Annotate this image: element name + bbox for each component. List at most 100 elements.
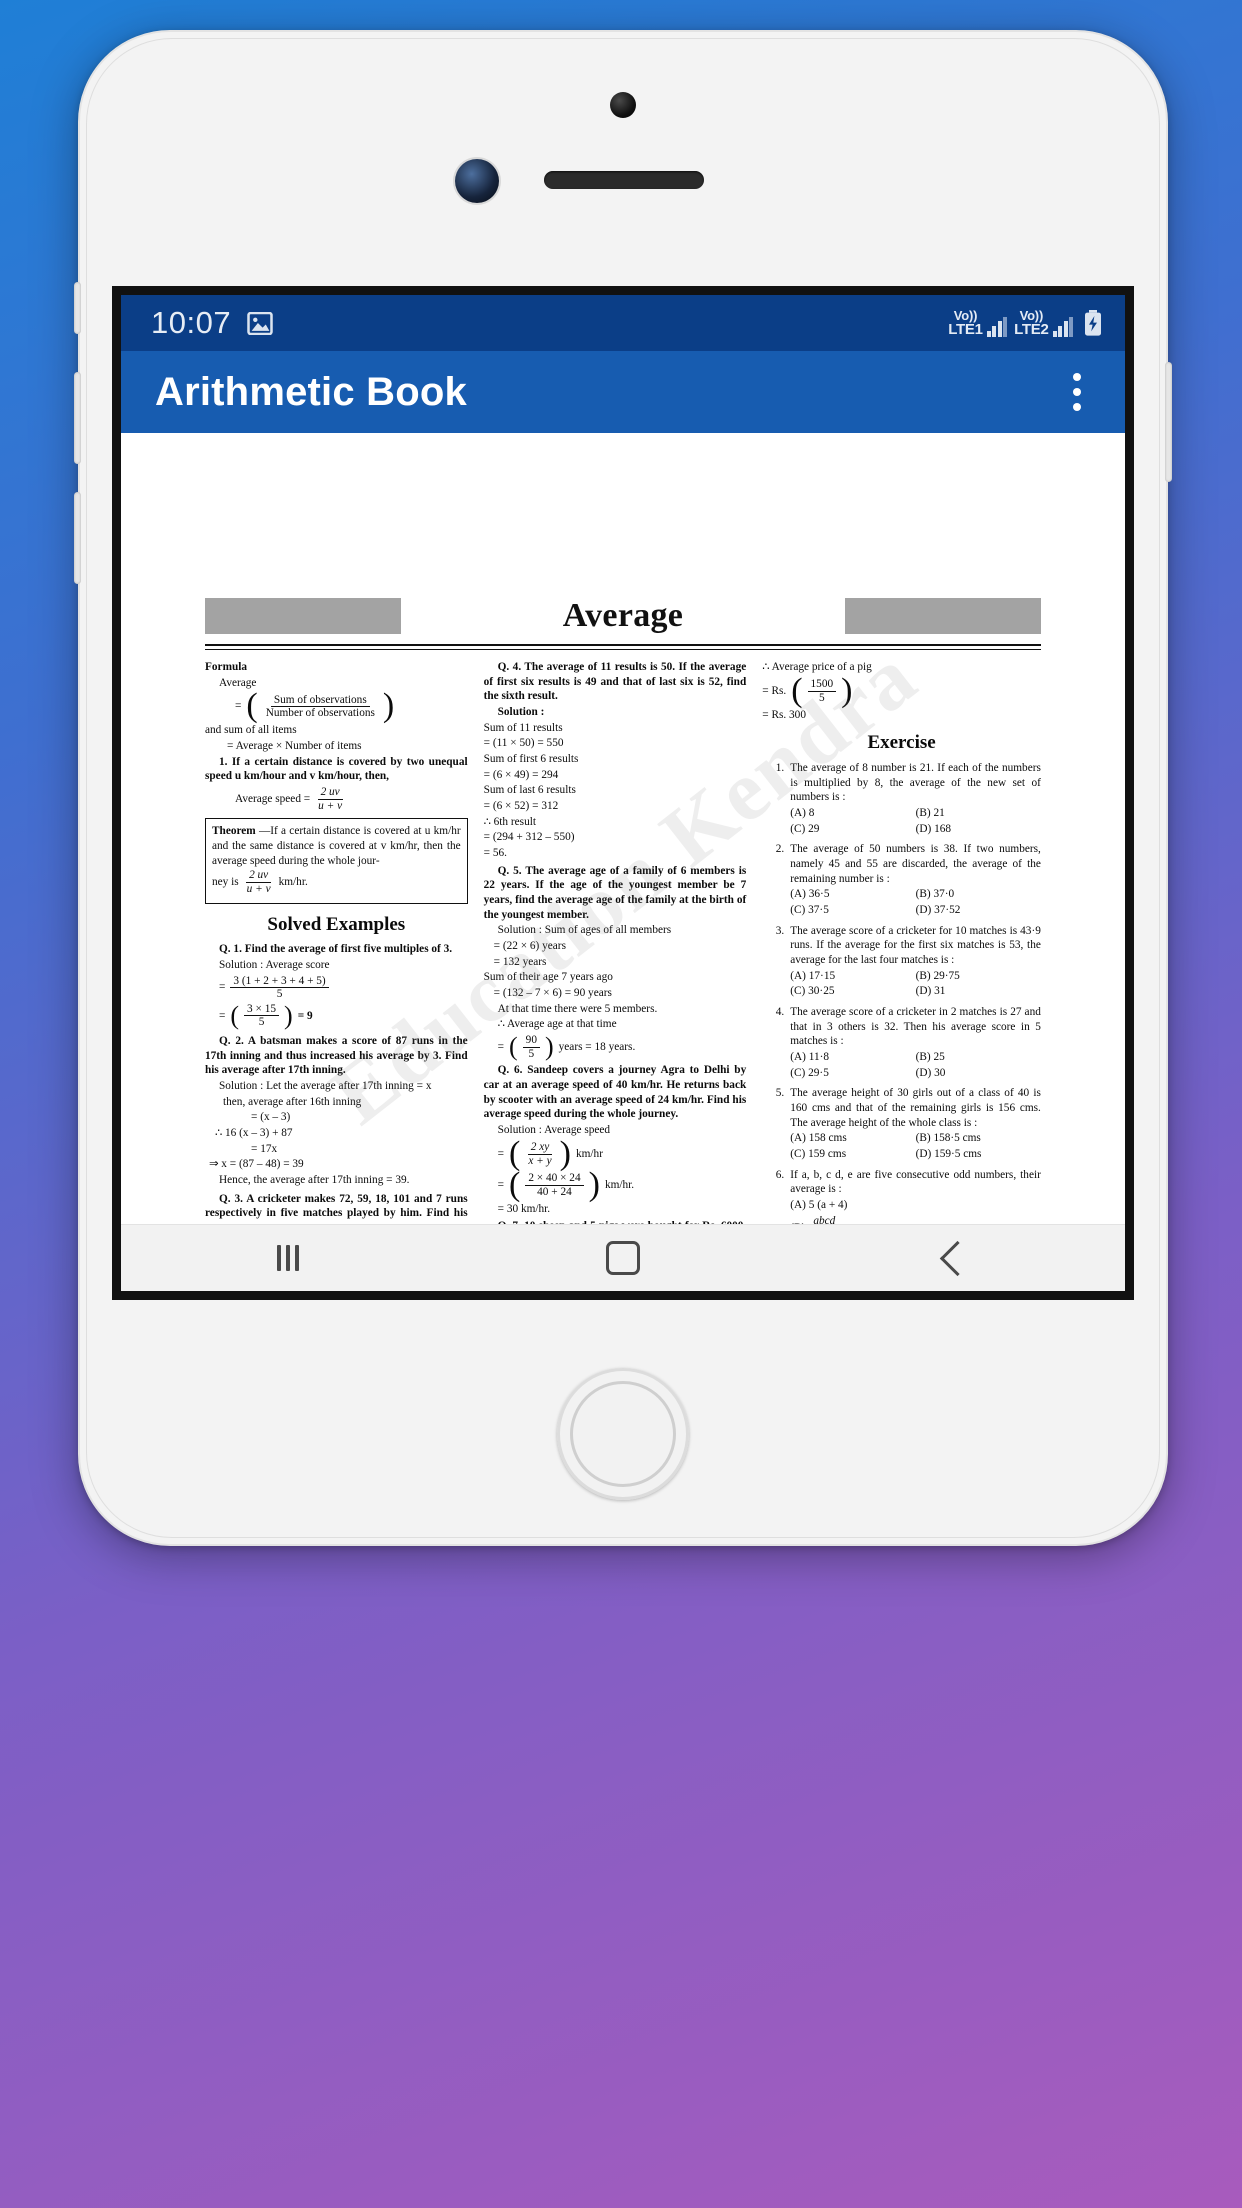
option-a[interactable]: (A) 5 (a + 4) xyxy=(790,1198,1041,1213)
question-2-solution: Solution : Let the average after 17th in… xyxy=(219,1080,432,1093)
android-navigation-bar xyxy=(121,1224,1125,1291)
option-c[interactable]: (C) 37·5 xyxy=(790,903,915,918)
header-divider xyxy=(205,644,1041,650)
average-speed-equation: Average speed = 2 uv u + v xyxy=(235,786,468,812)
back-icon[interactable] xyxy=(898,1225,1018,1291)
theorem-tail: ney is 2 uv u + v km/hr. xyxy=(212,869,461,895)
frac-numerator: 2 uv xyxy=(246,869,272,883)
recents-icon[interactable] xyxy=(228,1225,348,1291)
average-speed-label: Average speed = xyxy=(235,792,311,805)
q5-line-6: ∴ Average age at that time xyxy=(497,1018,617,1031)
frac-denominator: 5 xyxy=(528,1047,535,1060)
phone-device: 10:07 Vo)) LTE1 Vo)) LTE2 Arithmetic Boo… xyxy=(74,30,1172,1546)
phone-side-button-mute[interactable] xyxy=(74,282,81,334)
document-page-1: Average Formula Average =(Sum of observ… xyxy=(121,433,1125,1224)
option-row: (C) 159 cms (D) 159·5 cms xyxy=(790,1147,1041,1162)
q2-line-2: = (x – 3) xyxy=(251,1111,291,1124)
column-3: ∴ Average price of a pig = Rs. ( 1500 5 … xyxy=(762,660,1041,1224)
frac-numerator: 1500 xyxy=(807,678,837,692)
q6-equation-1: =( 2 xy x + y ) km/hr xyxy=(497,1134,603,1172)
pig-price-prefix: = Rs. xyxy=(762,684,787,697)
formula-note-1: 1. If a certain distance is covered by t… xyxy=(205,755,468,783)
frac-numerator: 90 xyxy=(522,1034,540,1048)
option-a[interactable]: (A) 8 xyxy=(790,806,915,821)
exercise-question-list: 1. The average of 8 number is 21. If each… xyxy=(762,761,1041,1163)
option-b[interactable]: (B) 29·75 xyxy=(916,969,1041,984)
header-band-right xyxy=(845,598,1041,634)
frac-denominator: u + v xyxy=(318,799,343,812)
option-b[interactable]: (B) 37·0 xyxy=(916,887,1041,902)
option-c[interactable]: (C) 29 xyxy=(790,822,915,837)
option-a[interactable]: (A) 11·8 xyxy=(790,1050,915,1065)
q1-equation-1: = 3 (1 + 2 + 3 + 4 + 5) 5 xyxy=(219,975,468,1001)
q5-result: years = 18 years. xyxy=(558,1040,636,1053)
question-number: 2. xyxy=(775,843,785,856)
option-d[interactable]: (D) 37·52 xyxy=(916,903,1041,918)
q4-line-1: Sum of 11 results xyxy=(483,721,563,734)
phone-side-button-power[interactable] xyxy=(1165,362,1172,482)
chapter-header: Average xyxy=(205,593,1041,639)
question-1: Q. 1. Find the average of first five mul… xyxy=(219,943,453,956)
status-bar-right: Vo)) LTE1 Vo)) LTE2 xyxy=(948,309,1103,337)
theorem-box: Theorem —If a certain distance is covere… xyxy=(205,818,468,904)
option-a[interactable]: (A) 17·15 xyxy=(790,969,915,984)
battery-charging-icon xyxy=(1083,310,1103,336)
question-2: Q. 2. A batsman makes a score of 87 runs… xyxy=(205,1035,468,1077)
option-d[interactable]: (D) 168 xyxy=(916,822,1041,837)
option-c[interactable]: (C) 30·25 xyxy=(790,984,915,999)
option-a[interactable]: (A) 158 cms xyxy=(790,1131,915,1146)
option-b[interactable]: (B) 25 xyxy=(916,1050,1041,1065)
q5-line-1: = (22 × 6) years xyxy=(493,940,566,953)
frac-numerator: abcd xyxy=(810,1215,838,1224)
q2-line-6: Hence, the average after 17th inning = 3… xyxy=(219,1174,410,1187)
q1-result: = 9 xyxy=(297,1009,313,1022)
pig-price-line: ∴ Average price of a pig xyxy=(762,661,872,673)
home-icon[interactable] xyxy=(563,1225,683,1291)
q5-line-5: At that time there were 5 members. xyxy=(497,1002,658,1015)
question-text: The average of 8 number is 21. If each o… xyxy=(790,761,1041,804)
home-button[interactable] xyxy=(557,1368,689,1500)
solved-examples-heading: Solved Examples xyxy=(267,913,406,935)
pdf-viewer[interactable]: Average Formula Average =(Sum of observ… xyxy=(121,433,1125,1224)
q4-line-9: = 56. xyxy=(483,847,507,860)
q4-line-6: = (6 × 52) = 312 xyxy=(483,800,559,813)
option-b[interactable]: (B) 21 xyxy=(916,806,1041,821)
phone-side-button-volume-down[interactable] xyxy=(74,492,81,584)
frac-numerator: 2 xy xyxy=(527,1141,553,1155)
sim1-status: Vo)) LTE1 xyxy=(948,309,1008,338)
option-row: (C) 29·5 (D) 30 xyxy=(790,1066,1041,1081)
status-bar-clock: 10:07 xyxy=(151,305,232,340)
option-b-label: (B) xyxy=(790,1221,805,1224)
option-b[interactable]: (B) 158·5 cms xyxy=(916,1131,1041,1146)
option-c[interactable]: (C) 29·5 xyxy=(790,1066,915,1081)
question-5: Q. 5. The average age of a family of 6 m… xyxy=(483,864,747,921)
option-d[interactable]: (D) 31 xyxy=(916,984,1041,999)
question-7: Q. 7. 10 sheep and 5 pigs were bought fo… xyxy=(484,1219,747,1224)
q2-line-1: then, average after 16th inning xyxy=(223,1095,362,1108)
q4-line-2: = (11 × 50) = 550 xyxy=(483,737,564,750)
column-2: Q. 4. The average of 11 results is 50. I… xyxy=(484,660,763,1224)
exercise-heading: Exercise xyxy=(867,732,936,754)
formula-sum-items: and sum of all items xyxy=(205,724,297,737)
phone-side-button-volume-up[interactable] xyxy=(74,372,81,464)
overflow-menu-icon[interactable] xyxy=(1055,361,1099,423)
exercise-question-2: 2. The average of 50 numbers is 38. If tw… xyxy=(762,842,1041,918)
option-d[interactable]: (D) 159·5 cms xyxy=(916,1147,1041,1162)
column-1: Formula Average =( Sum of observations N… xyxy=(205,660,484,1224)
option-a[interactable]: (A) 36·5 xyxy=(790,887,915,902)
front-camera-icon xyxy=(455,159,499,203)
image-icon xyxy=(247,311,273,335)
question-text: The average height of 30 girls out of a … xyxy=(790,1087,1041,1129)
option-row: (A) 36·5 (B) 37·0 xyxy=(790,887,1041,902)
frac-numerator: 2 × 40 × 24 xyxy=(525,1172,584,1186)
volte2-indicator: Vo)) LTE2 xyxy=(1014,309,1049,337)
option-c[interactable]: (C) 159 cms xyxy=(790,1147,915,1162)
option-d[interactable]: (D) 30 xyxy=(916,1066,1041,1081)
option-row: (A) 8 (B) 21 xyxy=(790,806,1041,821)
signal-bars-sim1-icon xyxy=(986,317,1008,337)
question-text: If a, b, c d, e are five consecutive odd… xyxy=(790,1168,1041,1196)
option-b[interactable]: (B) abcd 5 xyxy=(790,1215,1041,1224)
network1-label: LTE1 xyxy=(948,321,983,338)
frac-numerator: 3 (1 + 2 + 3 + 4 + 5) xyxy=(230,975,329,989)
option-row: (C) 30·25 (D) 31 xyxy=(790,984,1041,999)
